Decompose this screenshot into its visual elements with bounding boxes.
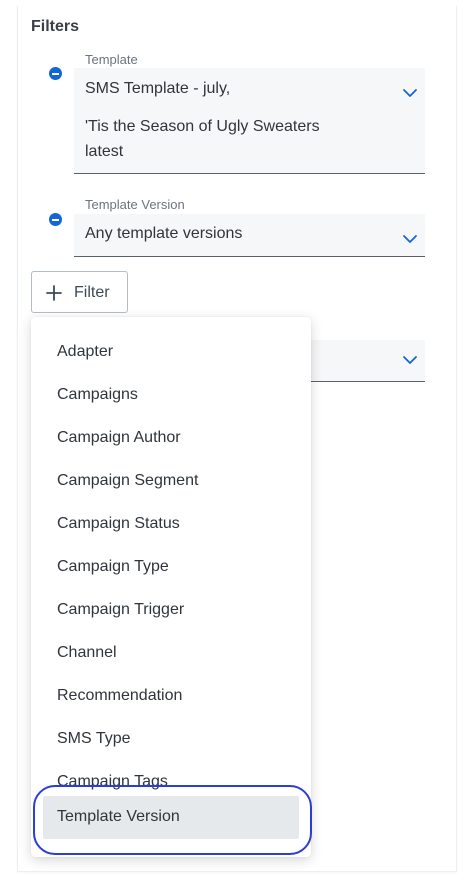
menu-item-label: Campaign Tags xyxy=(57,773,168,790)
filter-type-dropdown: Adapter Campaigns Campaign Author Campai… xyxy=(31,317,311,857)
menu-item-campaign-segment[interactable]: Campaign Segment xyxy=(43,454,299,497)
add-filter-button[interactable]: Filter xyxy=(31,271,128,313)
menu-item-label: Channel xyxy=(57,644,117,661)
new-filter-select[interactable] xyxy=(300,340,425,382)
menu-item-label: Campaign Segment xyxy=(57,472,199,489)
template-select-value-line-1: SMS Template - july, xyxy=(85,80,231,97)
add-filter-label: Filter xyxy=(74,284,110,301)
chevron-down-icon xyxy=(403,89,417,97)
menu-item-recommendation[interactable]: Recommendation xyxy=(43,669,299,712)
menu-item-label: Campaign Author xyxy=(57,429,181,446)
template-version-select-value: Any template versions xyxy=(85,225,243,242)
template-select-value-line-2: 'Tis the Season of Ugly Sweaters xyxy=(85,118,320,135)
menu-item-template-version[interactable]: Template Version xyxy=(43,796,299,839)
menu-item-adapter[interactable]: Adapter xyxy=(43,325,299,368)
menu-item-label: Campaign Trigger xyxy=(57,601,185,618)
menu-item-label: Campaign Status xyxy=(57,515,180,532)
menu-item-label: Recommendation xyxy=(57,687,183,704)
menu-item-campaign-status[interactable]: Campaign Status xyxy=(43,497,299,540)
remove-template-filter-icon[interactable] xyxy=(49,67,62,80)
template-filter-label: Template xyxy=(85,52,138,67)
menu-item-campaign-type[interactable]: Campaign Type xyxy=(43,540,299,583)
remove-template-version-filter-icon[interactable] xyxy=(49,213,62,226)
menu-item-label: Campaign Type xyxy=(57,558,169,575)
chevron-down-icon xyxy=(403,235,417,243)
menu-item-campaign-tags[interactable]: Campaign Tags xyxy=(43,755,299,798)
menu-item-label: SMS Type xyxy=(57,730,131,747)
menu-item-sms-type[interactable]: SMS Type xyxy=(43,712,299,755)
menu-item-campaign-author[interactable]: Campaign Author xyxy=(43,411,299,454)
menu-item-label: Campaigns xyxy=(57,386,138,403)
menu-item-campaigns[interactable]: Campaigns xyxy=(43,368,299,411)
menu-item-label: Adapter xyxy=(57,343,114,360)
menu-item-channel[interactable]: Channel xyxy=(43,626,299,669)
template-version-select[interactable]: Any template versions xyxy=(74,214,425,257)
menu-item-label: Template Version xyxy=(57,808,180,825)
panel-title: Filters xyxy=(31,18,80,35)
template-version-filter-label: Template Version xyxy=(85,197,185,212)
template-select[interactable]: SMS Template - july, 'Tis the Season of … xyxy=(74,68,425,174)
menu-item-campaign-trigger[interactable]: Campaign Trigger xyxy=(43,583,299,626)
template-select-value-line-3: latest xyxy=(85,143,124,160)
chevron-down-icon xyxy=(403,356,417,364)
plus-icon xyxy=(46,285,62,301)
